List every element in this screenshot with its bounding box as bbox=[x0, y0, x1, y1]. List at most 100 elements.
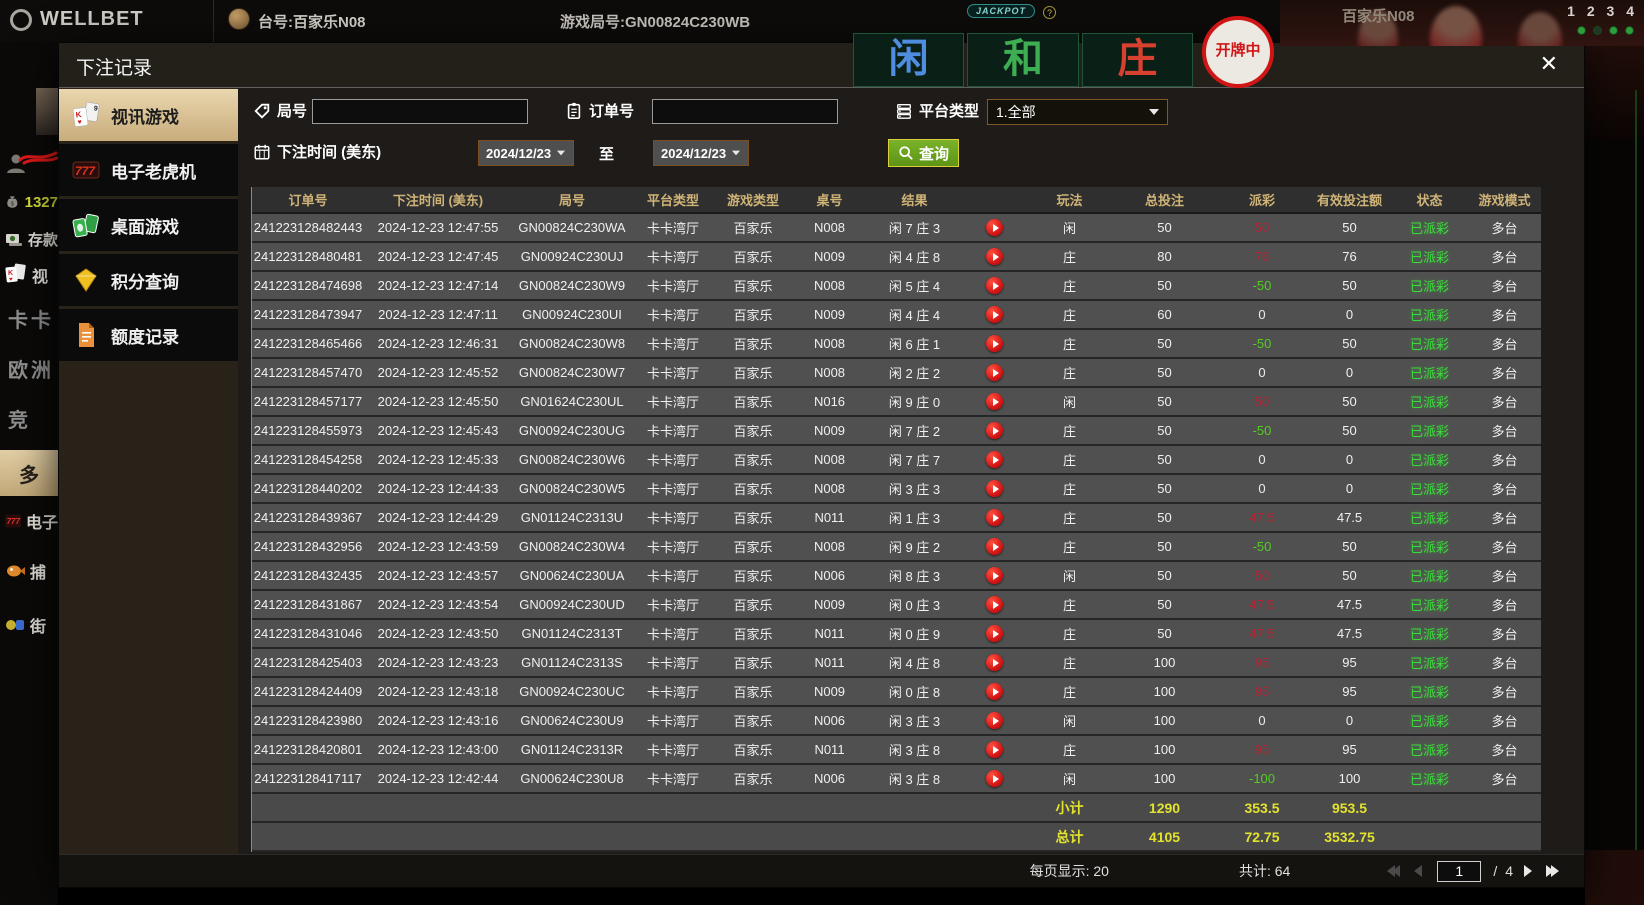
column-header: 派彩 bbox=[1248, 193, 1275, 208]
column-header: 玩法 bbox=[1056, 193, 1083, 208]
cell-status: 已派彩 bbox=[1409, 627, 1449, 642]
rail-active-label: 多 bbox=[19, 464, 39, 487]
table-row: 241223128425403 2024-12-23 12:43:23 GN0112… bbox=[252, 649, 1541, 678]
fishing-item: 捕 bbox=[0, 554, 58, 588]
round-input[interactable] bbox=[312, 99, 528, 124]
cell-payout: -50 bbox=[1252, 423, 1272, 438]
replay-button[interactable] bbox=[986, 422, 1003, 439]
replay-button[interactable] bbox=[986, 567, 1003, 584]
deposit-label: 存款 bbox=[27, 231, 58, 249]
table-row: 241223128431867 2024-12-23 12:43:54 GN0092… bbox=[252, 591, 1541, 620]
replay-button[interactable] bbox=[986, 393, 1003, 410]
felt-edge-sliver bbox=[1635, 90, 1637, 860]
cell-video bbox=[962, 591, 1027, 618]
date-to-picker[interactable]: 2024/12/23 bbox=[653, 140, 749, 166]
replay-button[interactable] bbox=[986, 625, 1003, 642]
first-page-button[interactable] bbox=[1387, 865, 1401, 877]
cell-game: 百家乐 bbox=[733, 482, 773, 497]
tab-table-games[interactable]: 桌面游戏 bbox=[59, 199, 238, 251]
close-icon[interactable]: ✕ bbox=[1540, 51, 1558, 77]
tab-slots[interactable]: 777 电子老虎机 bbox=[59, 144, 238, 196]
cell-platform: 卡卡湾厅 bbox=[646, 598, 699, 613]
cell-result: 闲 1 庄 3 bbox=[888, 511, 941, 526]
date-from-picker[interactable]: 2024/12/23 bbox=[478, 140, 574, 166]
cell-valid: 100 bbox=[1338, 771, 1361, 786]
cell-round: GN00624C230UA bbox=[519, 568, 625, 583]
cell-payout: 0 bbox=[1258, 365, 1266, 380]
cell-video bbox=[962, 649, 1027, 676]
game-round-label: 游戏局号:GN00824C230WB bbox=[560, 14, 751, 31]
cell-valid: 95 bbox=[1342, 684, 1357, 699]
cell-time: 2024-12-23 12:45:52 bbox=[377, 365, 499, 380]
platform-list-icon bbox=[897, 103, 911, 119]
cell-bet: 100 bbox=[1153, 684, 1176, 699]
cell-game: 百家乐 bbox=[733, 424, 773, 439]
cell-valid: 50 bbox=[1342, 278, 1357, 293]
next-page-button[interactable] bbox=[1524, 865, 1532, 877]
video-table-title: 百家乐N08 bbox=[1342, 8, 1415, 25]
cell-time: 2024-12-23 12:44:33 bbox=[377, 481, 499, 496]
prev-page-button[interactable] bbox=[1414, 865, 1423, 877]
cell-bet: 100 bbox=[1153, 713, 1176, 728]
deposit-item: 存款 bbox=[0, 222, 58, 256]
replay-button[interactable] bbox=[986, 538, 1003, 555]
jackpot-help-icon[interactable]: ? bbox=[1043, 6, 1056, 19]
cell-table: N008 bbox=[813, 220, 846, 235]
replay-button[interactable] bbox=[986, 306, 1003, 323]
slots-item: 777 电子 bbox=[0, 504, 58, 538]
cell-play: 庄 bbox=[1062, 250, 1076, 265]
cell-mode: 多台 bbox=[1491, 453, 1518, 468]
bet-zone-tie[interactable]: 和 bbox=[967, 33, 1079, 87]
cell-table: N011 bbox=[814, 655, 845, 670]
search-button-label: 查询 bbox=[919, 145, 950, 163]
cell-video bbox=[962, 504, 1027, 531]
table-row: 241223128439367 2024-12-23 12:44:29 GN0112… bbox=[252, 504, 1541, 533]
replay-button[interactable] bbox=[986, 248, 1003, 265]
search-button[interactable]: 查询 bbox=[888, 139, 960, 167]
replay-button[interactable] bbox=[986, 480, 1003, 497]
replay-button[interactable] bbox=[986, 364, 1003, 381]
cell-video bbox=[962, 678, 1027, 705]
cell-play: 庄 bbox=[1062, 540, 1076, 555]
replay-button[interactable] bbox=[986, 596, 1003, 613]
replay-button[interactable] bbox=[986, 654, 1003, 671]
replay-button[interactable] bbox=[986, 219, 1003, 236]
cell-order: 241223128482443 bbox=[253, 220, 363, 235]
cell-play: 庄 bbox=[1062, 511, 1076, 526]
column-header bbox=[962, 187, 1027, 212]
replay-button[interactable] bbox=[986, 683, 1003, 700]
bet-zone-banker[interactable]: 庄 bbox=[1081, 33, 1193, 87]
tab-video-games[interactable]: 9 K ♥ 视讯游戏 bbox=[59, 89, 238, 141]
page-number-input[interactable] bbox=[1437, 860, 1482, 882]
platform-select[interactable]: 1.全部 bbox=[987, 99, 1168, 125]
cell-table: N009 bbox=[813, 597, 846, 612]
cards-icon: K ♥ bbox=[5, 263, 26, 283]
tab-quota-records[interactable]: 额度记录 bbox=[59, 309, 238, 361]
table-row: 241223128480481 2024-12-23 12:47:45 GN0092… bbox=[252, 243, 1541, 272]
last-page-button[interactable] bbox=[1546, 865, 1559, 877]
replay-button[interactable] bbox=[986, 335, 1003, 352]
bet-time-filter-label: 下注时间 (美东) bbox=[253, 141, 381, 162]
cell-table: N006 bbox=[813, 771, 846, 786]
cell-status: 已派彩 bbox=[1409, 279, 1449, 294]
replay-button[interactable] bbox=[986, 451, 1003, 468]
replay-button[interactable] bbox=[986, 712, 1003, 729]
table-row: 241223128432956 2024-12-23 12:43:59 GN0082… bbox=[252, 533, 1541, 562]
dot-icon bbox=[1593, 26, 1602, 35]
replay-button[interactable] bbox=[986, 277, 1003, 294]
cell-platform: 卡卡湾厅 bbox=[646, 250, 699, 265]
video-right-strip bbox=[1585, 0, 1644, 905]
tab-label: 桌面游戏 bbox=[111, 217, 179, 237]
bet-zone-player[interactable]: 闲 bbox=[853, 33, 965, 87]
replay-button[interactable] bbox=[986, 770, 1003, 787]
cell-order: 241223128432435 bbox=[253, 568, 363, 583]
cell-status: 已派彩 bbox=[1409, 656, 1449, 671]
order-input[interactable] bbox=[652, 99, 838, 124]
replay-button[interactable] bbox=[986, 741, 1003, 758]
cell-bet: 50 bbox=[1157, 539, 1172, 554]
replay-button[interactable] bbox=[986, 509, 1003, 526]
cell-time: 2024-12-23 12:46:31 bbox=[377, 336, 499, 351]
sum-bet: 1290 bbox=[1148, 799, 1181, 816]
cell-bet: 50 bbox=[1157, 394, 1172, 409]
tab-points[interactable]: 积分查询 bbox=[59, 254, 238, 306]
